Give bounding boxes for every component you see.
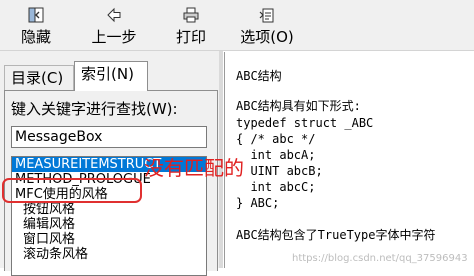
keyword-search-input[interactable]: MessageBox: [11, 126, 207, 148]
help-text-line: int abcA;: [236, 148, 316, 162]
keyword-list-item[interactable]: 窗口风格: [12, 232, 206, 247]
keyword-list-item[interactable]: 编辑风格: [12, 217, 206, 232]
printer-icon: [183, 7, 199, 23]
search-highlight-ring: [2, 178, 142, 203]
options-label: 选项(O): [240, 28, 294, 46]
help-text-line: ABC结构具有如下形式:: [236, 99, 361, 113]
tab-contents[interactable]: 目录(C): [4, 65, 74, 91]
hide-label: 隐藏: [20, 28, 51, 46]
help-text-line: typedef struct _ABC: [236, 116, 374, 130]
help-text-line: int abcC;: [236, 180, 316, 194]
hide-button[interactable]: 隐藏: [12, 0, 60, 50]
help-text-line: ABC结构包含了TrueType字体中字符: [236, 228, 436, 242]
back-label: 上一步: [91, 28, 137, 46]
toolbar: 隐藏 上一步 打印 选项(O): [0, 0, 474, 51]
options-document-icon: [259, 8, 274, 23]
keyword-list-item[interactable]: 滚动条风格: [12, 247, 206, 262]
print-button[interactable]: 打印: [166, 0, 216, 50]
help-text-line: { /* abc */: [236, 132, 316, 146]
help-text-line: ABC结构: [236, 69, 282, 83]
back-arrow-icon: [107, 7, 121, 23]
help-text-line: } ABC;: [236, 196, 280, 210]
watermark-text: https://blog.csdn.net/qq_37596943: [292, 253, 468, 264]
hide-pane-icon: [28, 7, 44, 23]
tab-index[interactable]: 索引(N): [74, 61, 148, 91]
print-label: 打印: [175, 28, 206, 46]
annotation-text: 没有匹配的: [144, 156, 244, 180]
help-content-pane: ABC结构 ABC结构具有如下形式: typedef struct _ABC { /*…: [224, 52, 474, 268]
options-button[interactable]: 选项(O): [230, 0, 304, 50]
keyword-list-item[interactable]: 按钮风格: [12, 202, 206, 217]
back-button[interactable]: 上一步: [84, 0, 144, 50]
help-text-line: UINT abcB;: [236, 164, 323, 178]
keyword-label: 键入关键字进行查找(W):: [11, 100, 178, 118]
